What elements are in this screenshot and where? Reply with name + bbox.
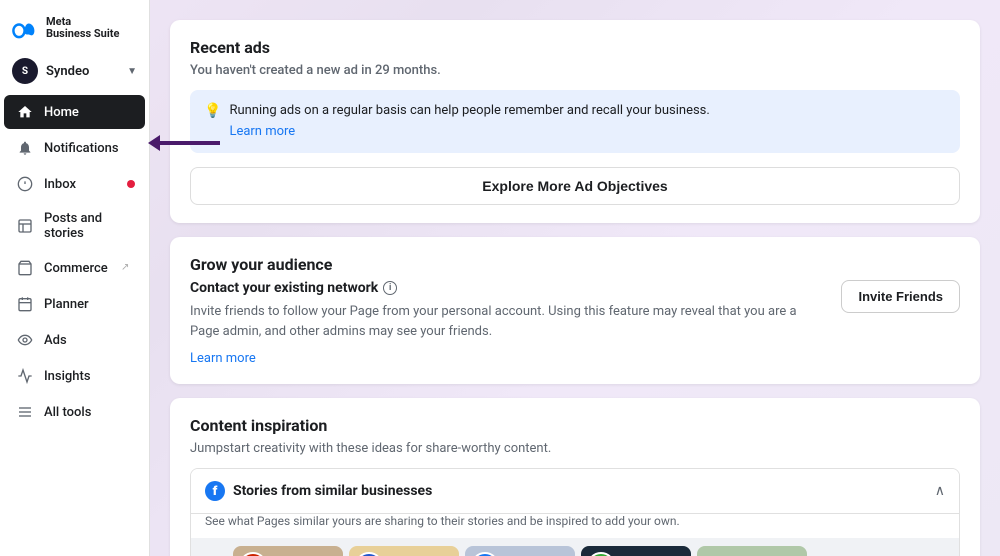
- sidebar-item-notifications[interactable]: Notifications: [4, 131, 145, 165]
- dropdown-arrow-icon: ▼: [127, 66, 137, 77]
- account-avatar: S: [12, 58, 38, 84]
- stories-section: f Stories from similar businesses ∧ See …: [190, 468, 960, 556]
- arrow-body: [160, 141, 220, 145]
- story-avatar-4: WHY: [587, 552, 615, 556]
- ads-icon: [16, 331, 34, 349]
- main-content: Recent ads You haven't created a new ad …: [150, 0, 1000, 556]
- arrow-head: [148, 135, 160, 151]
- meta-logo-icon: [12, 14, 40, 42]
- story-card-4: WHY: [581, 546, 691, 556]
- sidebar-item-planner-label: Planner: [44, 297, 89, 312]
- posts-icon: [16, 217, 34, 235]
- chevron-up-icon[interactable]: ∧: [935, 483, 945, 499]
- sidebar-item-commerce-label: Commerce: [44, 261, 108, 276]
- account-selector[interactable]: S Syndeo ▼: [0, 52, 149, 90]
- content-inspiration-card: Content inspiration Jumpstart creativity…: [170, 398, 980, 556]
- insights-icon: [16, 367, 34, 385]
- info-circle-icon: i: [383, 281, 397, 295]
- content-inspiration-title: Content inspiration: [190, 416, 960, 435]
- story-card-1: Inde BLOG POSTBLOG POSTBLOG POSTBLOG POS…: [233, 546, 343, 556]
- app-name-text: Meta Business Suite: [46, 16, 119, 40]
- sidebar-item-planner[interactable]: Planner: [4, 287, 145, 321]
- story-avatar-3: 👤: [471, 552, 499, 556]
- sidebar-item-ads[interactable]: Ads: [4, 323, 145, 357]
- recent-ads-subtitle: You haven't created a new ad in 29 month…: [190, 63, 960, 78]
- sidebar: Meta Business Suite S Syndeo ▼ Home Noti…: [0, 0, 150, 556]
- content-inspiration-subtitle: Jumpstart creativity with these ideas fo…: [190, 441, 960, 456]
- alltools-icon: [16, 403, 34, 421]
- sidebar-item-insights-label: Insights: [44, 369, 91, 384]
- sidebar-item-alltools-label: All tools: [44, 405, 91, 420]
- story-card-2: Ira.: [349, 546, 459, 556]
- story-card-5: [697, 546, 807, 556]
- stories-header: f Stories from similar businesses ∧: [191, 469, 959, 514]
- audience-section-heading: Contact your existing network i: [190, 280, 825, 296]
- inbox-notification-dot: [127, 180, 135, 188]
- audience-content: Contact your existing network i Invite f…: [190, 280, 960, 366]
- recent-ads-title: Recent ads: [190, 38, 960, 57]
- external-link-icon: ↗: [121, 262, 133, 274]
- stories-title-row: f Stories from similar businesses: [205, 481, 432, 501]
- account-name: Syndeo: [46, 64, 119, 79]
- commerce-icon: [16, 259, 34, 277]
- inbox-icon: [16, 175, 34, 193]
- stories-section-title: Stories from similar businesses: [233, 483, 432, 499]
- invite-friends-button[interactable]: Invite Friends: [841, 280, 960, 313]
- lightbulb-icon: 💡: [204, 103, 221, 119]
- recent-ads-info-box: 💡 Running ads on a regular basis can hel…: [190, 90, 960, 153]
- sidebar-item-inbox-label: Inbox: [44, 177, 76, 192]
- stories-carousel: ‹ Inde BLOG POSTBLOG POSTBLOG POSTBLOG P…: [191, 538, 959, 556]
- sidebar-item-insights[interactable]: Insights: [4, 359, 145, 393]
- recent-ads-info-text: Running ads on a regular basis can help …: [229, 102, 709, 141]
- sidebar-item-inbox[interactable]: Inbox: [4, 167, 145, 201]
- sidebar-item-posts-label: Posts and stories: [44, 211, 133, 241]
- home-icon: [16, 103, 34, 121]
- story-avatar-1: Inde: [239, 552, 267, 556]
- sidebar-item-notifications-label: Notifications: [44, 141, 119, 156]
- grow-audience-card: Grow your audience Contact your existing…: [170, 237, 980, 384]
- audience-description: Invite friends to follow your Page from …: [190, 302, 825, 341]
- arrow-annotation: [148, 135, 220, 151]
- app-logo: Meta Business Suite: [0, 0, 149, 52]
- sidebar-item-alltools[interactable]: All tools: [4, 395, 145, 429]
- explore-ad-objectives-button[interactable]: Explore More Ad Objectives: [190, 167, 960, 205]
- sidebar-item-home-label: Home: [44, 105, 79, 120]
- audience-text-block: Contact your existing network i Invite f…: [190, 280, 825, 366]
- planner-icon: [16, 295, 34, 313]
- stories-section-desc: See what Pages similar yours are sharing…: [191, 514, 959, 538]
- facebook-icon: f: [205, 481, 225, 501]
- story-card-3: 👤 2nd SHOOTER: [465, 546, 575, 556]
- sidebar-item-home[interactable]: Home: [4, 95, 145, 129]
- stories-track: Inde BLOG POSTBLOG POSTBLOG POSTBLOG POS…: [233, 546, 917, 556]
- grow-audience-learn-more[interactable]: Learn more: [190, 351, 256, 366]
- recent-ads-card: Recent ads You haven't created a new ad …: [170, 20, 980, 223]
- sidebar-item-posts[interactable]: Posts and stories: [4, 203, 145, 249]
- grow-audience-title: Grow your audience: [190, 255, 960, 274]
- recent-ads-learn-more[interactable]: Learn more: [229, 123, 709, 141]
- sidebar-item-commerce[interactable]: Commerce ↗: [4, 251, 145, 285]
- sidebar-item-ads-label: Ads: [44, 333, 67, 348]
- story-avatar-2: Ira.: [355, 552, 383, 556]
- notifications-icon: [16, 139, 34, 157]
